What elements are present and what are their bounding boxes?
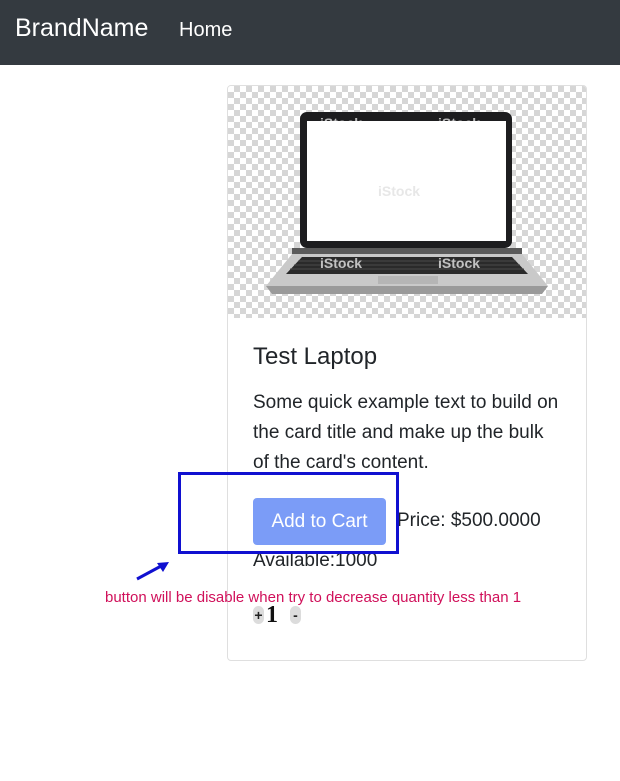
product-title: Test Laptop <box>253 343 378 370</box>
watermark-text: iStock <box>378 183 420 199</box>
annotation-arrow-icon <box>136 562 169 581</box>
watermark-text: iStock <box>438 255 480 271</box>
annotation-highlight-box <box>178 472 399 554</box>
watermark-text: iStock <box>438 115 480 131</box>
decrease-quantity-button[interactable]: - <box>290 606 301 624</box>
nav-home-link[interactable]: Home <box>179 19 232 42</box>
annotation-note: button will be disable when try to decre… <box>105 589 522 606</box>
product-price: Price: $500.0000 <box>397 510 541 531</box>
laptop-illustration: iStock iStock iStock iStock iStock <box>266 112 548 294</box>
laptop-image: iStock iStock iStock iStock iStock <box>228 86 586 318</box>
watermark-text: iStock <box>320 115 362 131</box>
increase-quantity-button[interactable]: + <box>253 606 264 624</box>
brand-logo[interactable]: BrandName <box>15 14 148 43</box>
product-card: iStock iStock iStock iStock iStock Test … <box>227 85 587 661</box>
navbar: BrandName Home <box>0 0 620 65</box>
quantity-value: 1 <box>266 602 278 628</box>
watermark-text: iStock <box>320 255 362 271</box>
product-description: Some quick example text to build on the … <box>253 392 559 473</box>
